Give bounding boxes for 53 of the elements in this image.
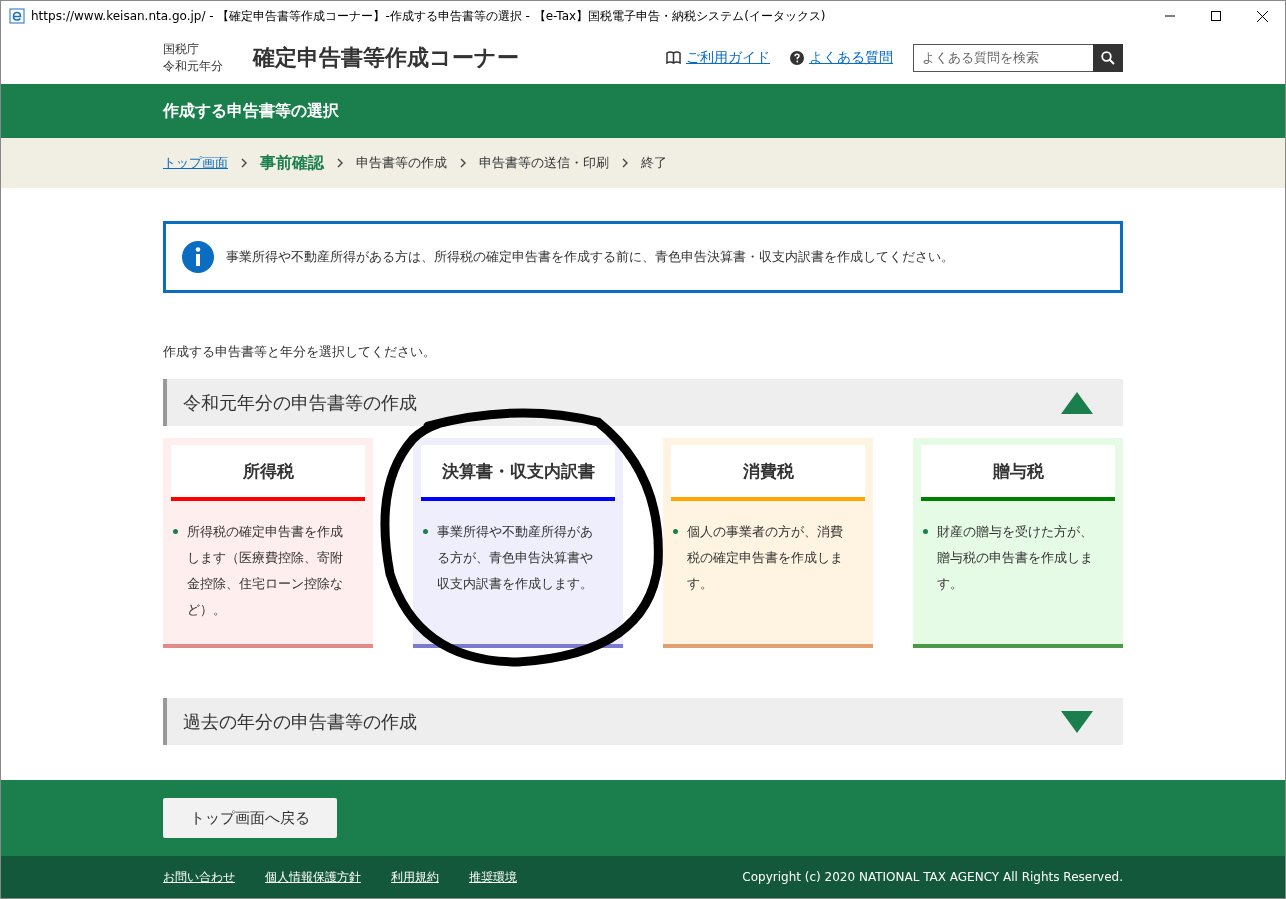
browser-icon: [9, 8, 25, 24]
back-to-top-button[interactable]: トップ画面へ戻る: [163, 798, 337, 838]
site-title: 確定申告書等作成コーナー: [253, 43, 520, 72]
agency-name: 国税庁: [163, 40, 200, 58]
breadcrumb-link[interactable]: トップ画面: [163, 154, 228, 172]
card-title: 贈与税: [921, 445, 1115, 501]
chevron-icon: [337, 158, 343, 168]
info-message: 事業所得や不動産所得がある方は、所得税の確定申告書を作成する前に、青色申告決算書・収支内訳書を作成してください。: [226, 248, 954, 266]
book-icon: [666, 51, 681, 64]
tax-year: 令和元年分: [163, 57, 223, 75]
page-title: 作成する申告書等の選択: [163, 100, 339, 122]
card-title: 所得税: [171, 445, 365, 501]
card-description: 個人の事業者の方が、消費税の確定申告書を作成します。: [687, 524, 843, 591]
chevron-icon: [241, 158, 247, 168]
card-description: 事業所得や不動産所得がある方が、青色申告決算書や収支内訳書を作成します。: [437, 524, 593, 591]
bullet-icon: [673, 529, 678, 534]
footer-link[interactable]: 推奨環境: [469, 868, 517, 886]
section-header[interactable]: 過去の年分の申告書等の作成: [163, 698, 1123, 745]
info-icon: [182, 241, 214, 273]
tax-card[interactable]: 消費税 個人の事業者の方が、消費税の確定申告書を作成します。: [663, 438, 873, 648]
instruction-text: 作成する申告書等と年分を選択してください。: [163, 343, 437, 361]
breadcrumb-step: 申告書等の作成: [356, 154, 447, 172]
chevron-icon: [460, 158, 466, 168]
window-title: https://www.keisan.nta.go.jp/ - 【確定申告書等作成コーナー】-作成する申告書等の選択 - 【e-Tax】国税電子申告・納税システム(イータックス): [31, 7, 827, 25]
search-button[interactable]: [1093, 43, 1123, 72]
search-field[interactable]: よくある質問を検索: [913, 43, 1093, 72]
footer-link[interactable]: 個人情報保護方針: [265, 868, 361, 886]
copyright-text: Copyright (c) 2020 NATIONAL TAX AGENCY All Rights Reserved.: [742, 870, 1123, 884]
tax-card[interactable]: 所得税 所得税の確定申告書を作成します（医療費控除、寄附金控除、住宅ローン控除など）。: [163, 438, 373, 648]
header-link[interactable]: ご利用ガイド: [686, 48, 770, 67]
help-icon: [790, 50, 804, 65]
search-icon: [1101, 50, 1115, 65]
footer-link[interactable]: お問い合わせ: [163, 868, 235, 886]
bullet-icon: [423, 529, 428, 534]
card-title: 消費税: [671, 445, 865, 501]
breadcrumb-step: 申告書等の送信・印刷: [479, 154, 609, 172]
card-title: 決算書・収支内訳書: [421, 445, 615, 501]
close-icon: [1256, 10, 1268, 22]
tax-card[interactable]: 贈与税 財産の贈与を受けた方が、贈与税の申告書を作成します。: [913, 438, 1123, 648]
header-link[interactable]: よくある質問: [809, 48, 893, 67]
current-step: 事前確認: [260, 152, 324, 174]
section-header[interactable]: 令和元年分の申告書等の作成: [163, 379, 1123, 426]
section-title: 令和元年分の申告書等の作成: [183, 390, 417, 415]
section-title: 過去の年分の申告書等の作成: [183, 709, 417, 734]
bullet-icon: [173, 529, 178, 534]
bullet-icon: [923, 529, 928, 534]
card-description: 所得税の確定申告書を作成します（医療費控除、寄附金控除、住宅ローン控除など）。: [187, 524, 343, 617]
breadcrumb-step: 終了: [641, 154, 667, 172]
tax-card[interactable]: 決算書・収支内訳書 事業所得や不動産所得がある方が、青色申告決算書や収支内訳書を作成します。: [413, 438, 623, 648]
footer-link[interactable]: 利用規約: [391, 868, 439, 886]
card-description: 財産の贈与を受けた方が、贈与税の申告書を作成します。: [937, 524, 1093, 591]
chevron-icon: [622, 158, 628, 168]
maximize-icon: [1211, 11, 1221, 21]
